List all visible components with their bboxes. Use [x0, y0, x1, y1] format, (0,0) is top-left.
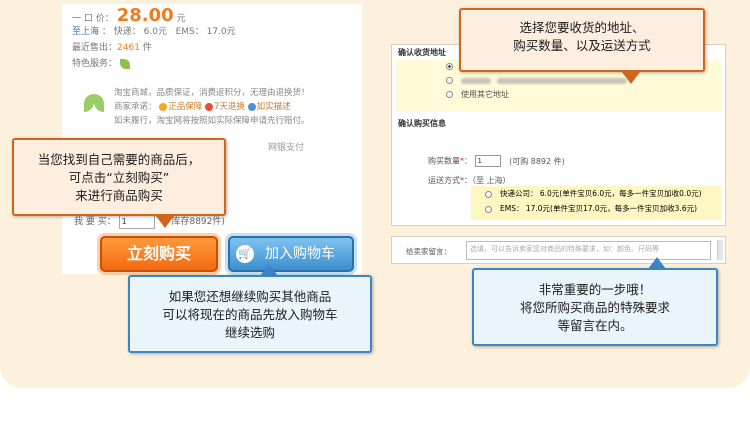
sold-label: 最近售出： [72, 43, 118, 53]
radio[interactable] [446, 77, 453, 84]
radio[interactable] [485, 190, 492, 198]
shipping-ems: EMS [175, 27, 195, 37]
shipping-option[interactable]: EMS： 17.0元(单件宝贝17.0元，每多一件宝贝加收3.6元) [471, 201, 721, 216]
accurate-link[interactable]: 如实描述 [257, 102, 291, 112]
add-to-cart-button[interactable]: 🛒 加入购物车 [228, 236, 354, 272]
quantity-label: 我 要 买： [74, 217, 116, 227]
address-option-other[interactable]: 使用其它地址 [446, 88, 721, 102]
shipping-express-price: 6.0元 [143, 27, 167, 37]
address-callout: 选择您要收货的地址、 购买数量、以及运送方式 [459, 8, 705, 72]
shipping-row: 至上海 ： 快递： 6.0元 EMS： 17.0元 [72, 27, 236, 37]
shipping-method-row: 运送方式*：（至 上海） [428, 176, 511, 185]
callout-line: 如果您还想继续购买其他商品 [168, 289, 332, 304]
callout-line: 当您找到自己需要的商品后， [37, 152, 201, 167]
purchase-quantity-row: 购买数量*： 1 (可购 8892 件) [428, 155, 565, 167]
buy-now-callout: 当您找到自己需要的商品后， 可点击“立刻购买” 来进行商品购买 [12, 138, 226, 216]
callout-line: 可以将现在的商品先放入购物车 [162, 307, 338, 322]
authentic-icon [159, 102, 168, 111]
available-count: (可购 8892 件) [509, 156, 565, 166]
buy-now-button[interactable]: 立刻购买 [100, 236, 218, 272]
shipping-destination[interactable]: 至上海 [72, 27, 99, 37]
callout-pointer [156, 216, 174, 228]
quantity-input[interactable]: 1 [118, 214, 155, 229]
service-row: 特色服务： [72, 56, 362, 72]
sold-row: 最近售出：2461 件 [72, 40, 362, 56]
shipping-express: 快递 [113, 27, 132, 37]
callout-line: 选择您要收货的地址、 [519, 20, 645, 35]
stock-count: 库存8892件) [171, 217, 225, 227]
return-icon [204, 102, 213, 111]
callout-line: 可点击“立刻购买” [68, 170, 170, 185]
callout-line: 非常重要的一步哦！ [538, 282, 652, 297]
shipping-option-ems: EMS： 17.0元(单件宝贝17.0元，每多一件宝贝加收3.6元) [500, 204, 698, 213]
callout-line: 购买数量、以及运送方式 [513, 38, 651, 53]
scrollbar[interactable] [717, 240, 723, 260]
shipping-ems-price: 17.0元 [206, 27, 236, 37]
shipping-option-express: 快递公司： 6.0元(单件宝贝6.0元，每多一件宝贝加收0.0元) [500, 189, 702, 198]
authentic-link[interactable]: 正品保障 [168, 102, 202, 112]
shipping-option[interactable]: 快递公司： 6.0元(单件宝贝6.0元，每多一件宝贝加收0.0元) [471, 186, 721, 201]
price-unit: 元 [176, 14, 186, 24]
use-other-address-label: 使用其它地址 [461, 90, 509, 99]
price-label: 一 口 价： [72, 14, 114, 24]
guarantee-promise-label: 商家承诺： [114, 102, 157, 112]
seller-message-textarea[interactable]: 选填，可以告诉卖家您对商品的特殊要求，如：颜色、尺码等 [466, 241, 711, 260]
price-row: 一 口 价： 28.00 元 [72, 5, 362, 26]
cart-icon: 🛒 [236, 245, 254, 263]
service-label: 特色服务： [72, 59, 118, 69]
callout-line: 来进行商品购买 [75, 188, 163, 203]
callout-pointer [622, 72, 640, 84]
product-info: 一 口 价： 28.00 元 至上海 ： 快递： 6.0元 EMS： 17.0元 最… [72, 5, 362, 72]
purchase-quantity-input[interactable]: 1 [474, 155, 501, 167]
callout-line: 等留言在内。 [557, 318, 633, 333]
add-to-cart-label: 加入购物车 [265, 246, 335, 262]
buy-now-label: 立刻购买 [126, 244, 191, 263]
callout-line: 继续选购 [224, 325, 275, 340]
mall-logo-icon [82, 94, 106, 114]
sold-count: 2461 [117, 43, 140, 53]
guarantee-block: 淘宝商城，品质保证，消费返积分，无理由退换货！ 商家承诺： 正品保障 7天退换 … [82, 86, 352, 130]
guarantee-intro: 淘宝商城，品质保证，消费返积分，无理由退换货！ [114, 88, 310, 98]
add-to-cart-callout: 如果您还想继续购买其他商品 可以将现在的商品先放入购物车 继续选购 [128, 275, 372, 353]
buy-info-section-title: 确认购买信息 [398, 119, 446, 128]
message-callout: 非常重要的一步哦！ 将您所购买商品的特殊要求 等留言在内。 [472, 268, 718, 346]
purchase-quantity-label: 购买数量 [428, 156, 460, 166]
callout-line: 将您所购买商品的特殊要求 [519, 300, 670, 315]
seller-message-label: 给卖家留言： [406, 247, 451, 256]
price-value: 28.00 [116, 5, 174, 26]
quantity-row: 我 要 买： 1 库存8892件) [74, 214, 225, 230]
radio[interactable] [446, 91, 453, 98]
online-banking-label: 网银支付 [268, 143, 305, 153]
shipping-method-label: 运送方式 [428, 176, 460, 185]
seller-message-screenshot: 给卖家留言： 选填，可以告诉卖家您对商品的特殊要求，如：颜色、尺码等 [391, 236, 726, 264]
mall-leaf-icon [119, 58, 130, 69]
accurate-icon [247, 102, 256, 111]
address-option[interactable] [446, 74, 721, 88]
return-link[interactable]: 7天退换 [214, 102, 245, 112]
radio-selected[interactable] [446, 63, 453, 70]
radio[interactable] [485, 205, 492, 213]
guarantee-note: 如未履行，淘宝网将按照如实际保障申请先行赔付。 [114, 116, 310, 126]
shipping-options: 快递公司： 6.0元(单件宝贝6.0元，每多一件宝贝加收0.0元) EMS： 1… [471, 186, 721, 220]
shipping-destination: （至 上海） [472, 176, 511, 185]
sold-unit: 件 [142, 43, 152, 53]
